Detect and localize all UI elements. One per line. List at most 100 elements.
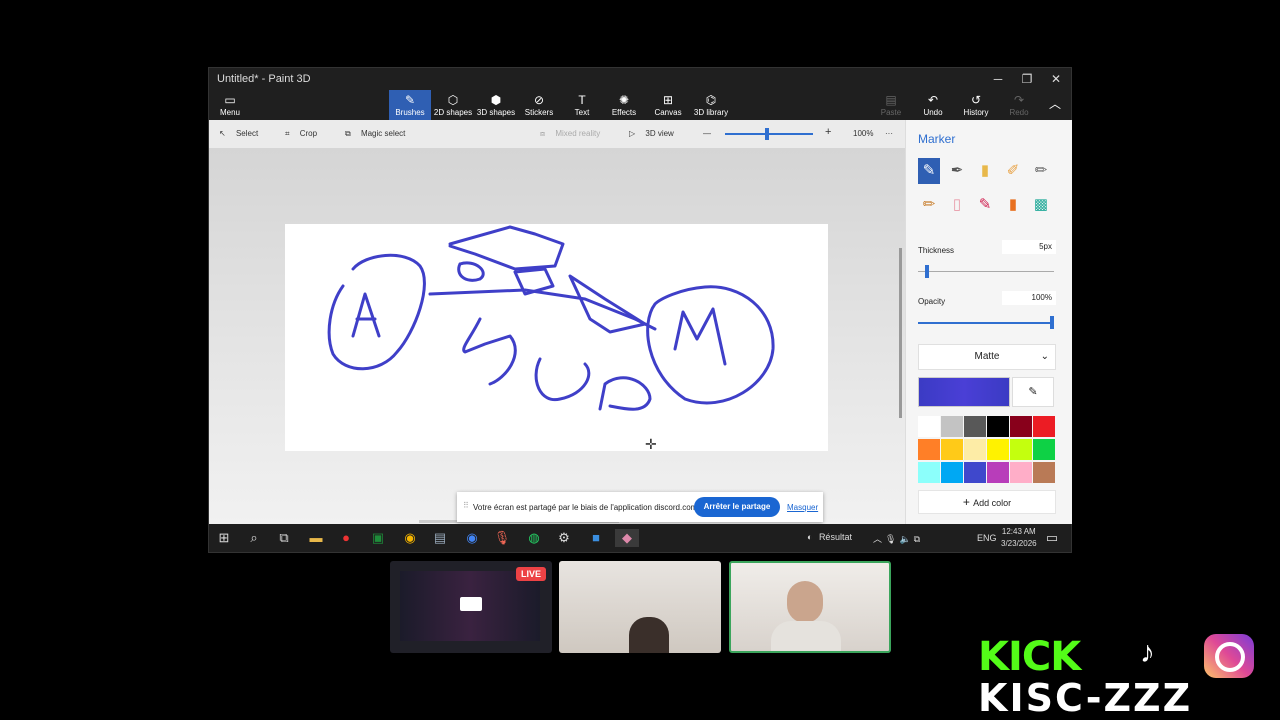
finish-dropdown[interactable]: Matte ⌄ [918,344,1056,370]
vertical-scrollbar[interactable] [899,248,902,418]
opacity-input[interactable]: 100% [1002,291,1056,305]
opera-icon[interactable]: ● [337,529,355,547]
windows-start-icon[interactable]: ⊞ [215,529,233,547]
history-button[interactable]: ↺ History [961,90,991,120]
tab-canvas[interactable]: ⊞ Canvas [651,90,685,120]
color-swatch[interactable] [941,439,963,460]
stop-sharing-button[interactable]: Arrêter le partage [694,497,780,517]
tab-3d-shapes[interactable]: ⬢ 3D shapes [475,90,517,120]
color-swatch[interactable] [1010,416,1032,437]
thickness-label: Thickness [918,246,955,255]
weather-widget[interactable]: ◐ Résultat [807,532,852,542]
oil-brush-brush-icon[interactable]: ▮ [974,158,996,184]
crop-tool[interactable]: ⌗ Crop [285,129,317,139]
3d-view-toggle[interactable]: ▷ 3D view [629,129,674,138]
color-swatch[interactable] [1033,416,1055,437]
weather-label: Résultat [818,532,852,542]
whatsapp-icon[interactable]: ◍ [525,529,543,547]
opacity-slider[interactable] [918,316,1054,329]
zoom-slider[interactable] [725,128,813,140]
engine-1 [462,317,517,386]
marker-brush-icon[interactable]: ✎ [918,158,940,184]
tab-stickers[interactable]: ⊘ Stickers [519,90,559,120]
tab-text[interactable]: T Text [565,90,599,120]
webcam-feed-1[interactable] [559,561,721,653]
clock[interactable]: 12:43 AM 3/23/2026 [1001,527,1037,548]
eyedropper-button[interactable]: ✎ [1012,377,1054,407]
paste-button[interactable]: ▤ Paste [877,90,905,120]
hide-link[interactable]: Masquer [787,503,818,512]
zoom-in-button[interactable]: + [825,126,831,138]
tab-label: Canvas [654,108,682,117]
zoom-out-button[interactable]: — [703,129,711,138]
fill-brush-icon[interactable]: ▩ [1030,192,1052,218]
select-tool[interactable]: ↖ Select [219,129,258,138]
color-swatch[interactable] [987,439,1009,460]
color-swatch[interactable] [1010,462,1032,483]
drag-handle-icon[interactable]: ⠿ [463,501,469,510]
drawing-canvas[interactable] [285,224,828,451]
color-swatch[interactable] [1033,439,1055,460]
notifications-icon[interactable]: ▭ [1043,529,1061,547]
opacity-slider-thumb[interactable] [1050,316,1054,329]
color-swatch[interactable] [1010,439,1032,460]
thickness-input[interactable]: 5px [1002,240,1056,254]
color-swatch[interactable] [964,416,986,437]
thickness-slider-thumb[interactable] [924,265,929,278]
close-button[interactable]: ✕ [1041,68,1071,90]
settings-gear-icon[interactable]: ⚙ [555,529,573,547]
tab-effects[interactable]: ✺ Effects [607,90,641,120]
maximize-button[interactable]: ❐ [1012,68,1042,90]
language-indicator[interactable]: ENG [977,533,997,543]
undo-button[interactable]: ↶ Undo [919,90,947,120]
chevron-down-icon: ⌄ [1040,351,1049,362]
chrome-alt-icon[interactable]: ◉ [463,529,481,547]
excel-icon[interactable]: ▣ [369,529,387,547]
eraser-brush-icon[interactable]: ▯ [946,192,968,218]
paint3d-taskbar-icon[interactable]: ◆ [615,529,639,547]
letter-a [351,292,381,338]
tab-brushes[interactable]: ✎ Brushes [389,90,431,120]
magic-select-tool[interactable]: ⧉ Magic select [345,129,405,139]
color-swatch[interactable] [964,462,986,483]
file-explorer-icon[interactable]: ▬ [307,529,325,547]
collapse-ribbon-button[interactable]: ︿ [1045,90,1065,120]
chrome-icon[interactable]: ◉ [401,529,419,547]
minimize-button[interactable]: ─ [983,68,1013,90]
color-swatch[interactable] [1033,462,1055,483]
search-icon[interactable]: ⌕ [245,529,263,547]
redo-button[interactable]: ↷ Redo [1005,90,1033,120]
thickness-slider[interactable] [918,265,1054,278]
color-swatch[interactable] [987,416,1009,437]
color-swatch[interactable] [941,416,963,437]
chevron-up-icon: ︿ [873,534,886,544]
app-icon[interactable]: ■ [587,529,605,547]
color-swatch[interactable] [964,439,986,460]
panel-title: Marker [918,132,956,146]
color-swatch[interactable] [987,462,1009,483]
color-swatch[interactable] [941,462,963,483]
menu-button[interactable]: ▭ Menu [215,90,245,120]
system-tray[interactable]: ︿🎙🔈⧉ [873,532,923,545]
mixed-reality-tool[interactable]: ⧈ Mixed reality [540,129,600,139]
crayon-brush-icon[interactable]: ✎ [974,192,996,218]
color-swatch[interactable] [918,416,940,437]
color-swatch[interactable] [918,462,940,483]
task-view-icon[interactable]: ⧉ [275,529,293,547]
webcam-feed-2[interactable] [729,561,891,653]
pixel-pen-brush-icon[interactable]: ✏ [1030,158,1052,184]
color-swatch[interactable] [918,439,940,460]
spray-can-brush-icon[interactable]: ▮ [1002,192,1024,218]
tab-3d-library[interactable]: ⌬ 3D library [693,90,729,120]
watercolor-brush-icon[interactable]: ✐ [1002,158,1024,184]
zoom-slider-thumb[interactable] [765,128,769,140]
more-options-button[interactable]: ··· [885,129,893,138]
current-color-swatch[interactable] [918,377,1010,407]
pencil-brush-icon[interactable]: ✏ [918,192,940,218]
screen-share-preview[interactable]: LIVE [390,561,552,653]
calligraphy-pen-brush-icon[interactable]: ✒ [946,158,968,184]
remote-desktop-icon[interactable]: ▤ [431,529,449,547]
microphone-app-icon[interactable]: 🎙 [493,529,511,547]
add-color-button[interactable]: + Add color [918,490,1056,514]
tab-2d-shapes[interactable]: ⬡ 2D shapes [433,90,473,120]
